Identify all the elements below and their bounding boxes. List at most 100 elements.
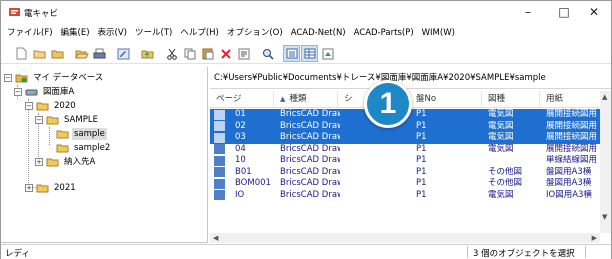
scroll-left-icon[interactable]: ◀ <box>213 234 218 242</box>
header-label: ページ <box>216 94 242 104</box>
tree-label: sample2 <box>74 143 111 153</box>
selection-count-text: 3 個のオブジェクトを選択 <box>473 249 575 259</box>
menu-help[interactable]: ヘルプ(H) <box>180 25 219 41</box>
vertical-scrollbar[interactable]: ▲ ▼ <box>600 91 611 233</box>
cell-yoshi: 展開接続図用 <box>546 143 598 154</box>
print-button[interactable] <box>91 45 108 62</box>
list-view-icon <box>286 48 297 59</box>
minimize-button[interactable]: – <box>511 3 545 21</box>
cell-zushu: 電気図 <box>488 109 514 119</box>
expand-toggle-icon[interactable]: + <box>35 158 43 166</box>
scroll-up-icon[interactable]: ▲ <box>602 93 607 101</box>
expand-toggle-icon[interactable]: + <box>25 184 33 192</box>
folder-up-button[interactable] <box>139 45 156 62</box>
menu-file[interactable]: ファイル(F) <box>7 25 53 41</box>
file-row[interactable]: 10 BricsCAD Draw P1 単線結線図用 <box>210 155 600 167</box>
tree-node-2021[interactable]: + 2021 <box>25 181 78 195</box>
tree-node-sample2[interactable]: sample2 <box>56 141 112 155</box>
drive-icon <box>25 89 38 96</box>
paste-button[interactable] <box>199 45 216 62</box>
folder-icon <box>51 50 64 59</box>
sort-asc-icon: ▲ <box>280 95 286 103</box>
cell-yoshi: 展開接続図用 <box>546 120 598 131</box>
menu-acad-net[interactable]: ACAD-Net(N) <box>291 25 346 41</box>
file-row[interactable]: 03 BricsCAD Draw P1 電気図 展開接続図用 <box>210 132 600 144</box>
file-row[interactable]: B01 BricsCAD Draw P1 その他図 盤図用A3横 <box>210 167 600 179</box>
cell-type: BricsCAD Draw <box>280 109 340 119</box>
view-detail-button[interactable] <box>301 45 318 62</box>
tree-label: 2020 <box>54 101 76 111</box>
tree-label: マイ データベース <box>33 73 104 83</box>
status-bar: レディ 3 個のオブジェクトを選択 <box>1 244 611 259</box>
cell-page: 02 <box>235 120 246 131</box>
search-icon <box>262 48 274 60</box>
properties-button[interactable] <box>235 45 252 62</box>
tree-node-root[interactable]: − マイ データベース <box>4 71 105 85</box>
tree-node-sample-folder[interactable]: − SAMPLE <box>35 113 100 127</box>
cell-yoshi: IO図用A3横 <box>546 189 592 200</box>
toolbar <box>1 44 611 64</box>
maximize-button[interactable]: □ <box>547 3 581 21</box>
path-bar: C:¥Users¥Public¥Documents¥トレース¥図面庫¥図面庫A¥… <box>210 67 611 89</box>
edit-button[interactable] <box>115 45 132 62</box>
cell-type: BricsCAD Draw <box>280 155 340 165</box>
cell-zushu: 電気図 <box>488 143 514 154</box>
folder-icon <box>56 144 69 153</box>
cell-page: IO <box>235 189 245 200</box>
new-folder-button[interactable] <box>31 45 48 62</box>
column-header-type[interactable]: ▲ 種類 <box>274 91 338 107</box>
close-button[interactable]: ✕ <box>577 3 611 21</box>
column-header-zushu[interactable]: 図種 <box>482 91 540 107</box>
menu-acad-parts[interactable]: ACAD-Parts(P) <box>354 25 414 41</box>
delete-button[interactable] <box>217 45 234 62</box>
column-header-ban-no[interactable]: 盤No <box>410 91 482 107</box>
header-label: 種類 <box>289 94 307 104</box>
scroll-down-icon[interactable]: ▼ <box>602 213 607 221</box>
folder-button[interactable] <box>49 45 66 62</box>
horizontal-scrollbar[interactable]: ◀ ▶ <box>210 233 600 243</box>
cell-type: BricsCAD Draw <box>280 132 340 142</box>
file-row[interactable]: BOM001 BricsCAD Draw P1 その他図 盤図用A3横 <box>210 178 600 190</box>
copy-button[interactable] <box>181 45 198 62</box>
header-label: 盤No <box>416 94 437 104</box>
column-header-yoshi[interactable]: 用紙 <box>540 91 600 107</box>
view-list-button[interactable] <box>283 45 300 62</box>
close-icon: ✕ <box>588 5 600 19</box>
tree-node-nounyu[interactable]: + 納入先A <box>35 155 97 169</box>
open-button[interactable] <box>73 45 90 62</box>
collapse-toggle-icon[interactable]: − <box>4 74 12 82</box>
cell-yoshi: 展開接続図用 <box>546 109 598 119</box>
file-row[interactable]: IO BricsCAD Draw P1 電気図 IO図用A3横 <box>210 190 600 202</box>
menu-options[interactable]: オプション(O) <box>227 25 283 41</box>
cell-type: BricsCAD Draw <box>280 189 340 200</box>
collapse-toggle-icon[interactable]: − <box>35 116 43 124</box>
collapse-toggle-icon[interactable]: − <box>14 88 22 96</box>
tree-label-selected: sample <box>72 128 107 140</box>
tree-node-sample[interactable]: sample <box>56 127 107 141</box>
tree-node-2020[interactable]: − 2020 <box>25 99 78 113</box>
printer-icon <box>93 48 106 58</box>
cell-ban-no: P1 <box>416 155 427 165</box>
tree-node-db[interactable]: − 図面庫A <box>14 85 76 99</box>
file-row[interactable]: 04 BricsCAD Draw P1 電気図 展開接続図用 <box>210 144 600 156</box>
preview-button[interactable] <box>319 45 336 62</box>
cut-button[interactable] <box>163 45 180 62</box>
drawing-file-icon <box>214 144 225 155</box>
column-header-page[interactable]: ページ <box>210 91 274 107</box>
menu-view[interactable]: 表示(V) <box>98 25 127 41</box>
file-row[interactable]: 02 BricsCAD Draw P1 電気図 展開接続図用 <box>210 120 600 132</box>
collapse-toggle-icon[interactable]: − <box>25 102 33 110</box>
cell-page: 04 <box>235 143 246 154</box>
cell-zushu: その他図 <box>488 166 523 177</box>
minimize-icon: – <box>525 5 531 19</box>
search-button[interactable] <box>259 45 276 62</box>
menu-edit[interactable]: 編集(E) <box>61 25 90 41</box>
scroll-right-icon[interactable]: ▶ <box>592 234 597 242</box>
cell-page: 03 <box>235 132 246 142</box>
menu-tools[interactable]: ツール(T) <box>135 25 172 41</box>
folder-icon <box>36 184 49 193</box>
cell-yoshi: 盤図用A3横 <box>546 178 592 188</box>
menu-wim[interactable]: WIM(W) <box>422 25 455 41</box>
cell-yoshi: 単線結線図用 <box>546 155 598 165</box>
new-file-button[interactable] <box>13 45 30 62</box>
